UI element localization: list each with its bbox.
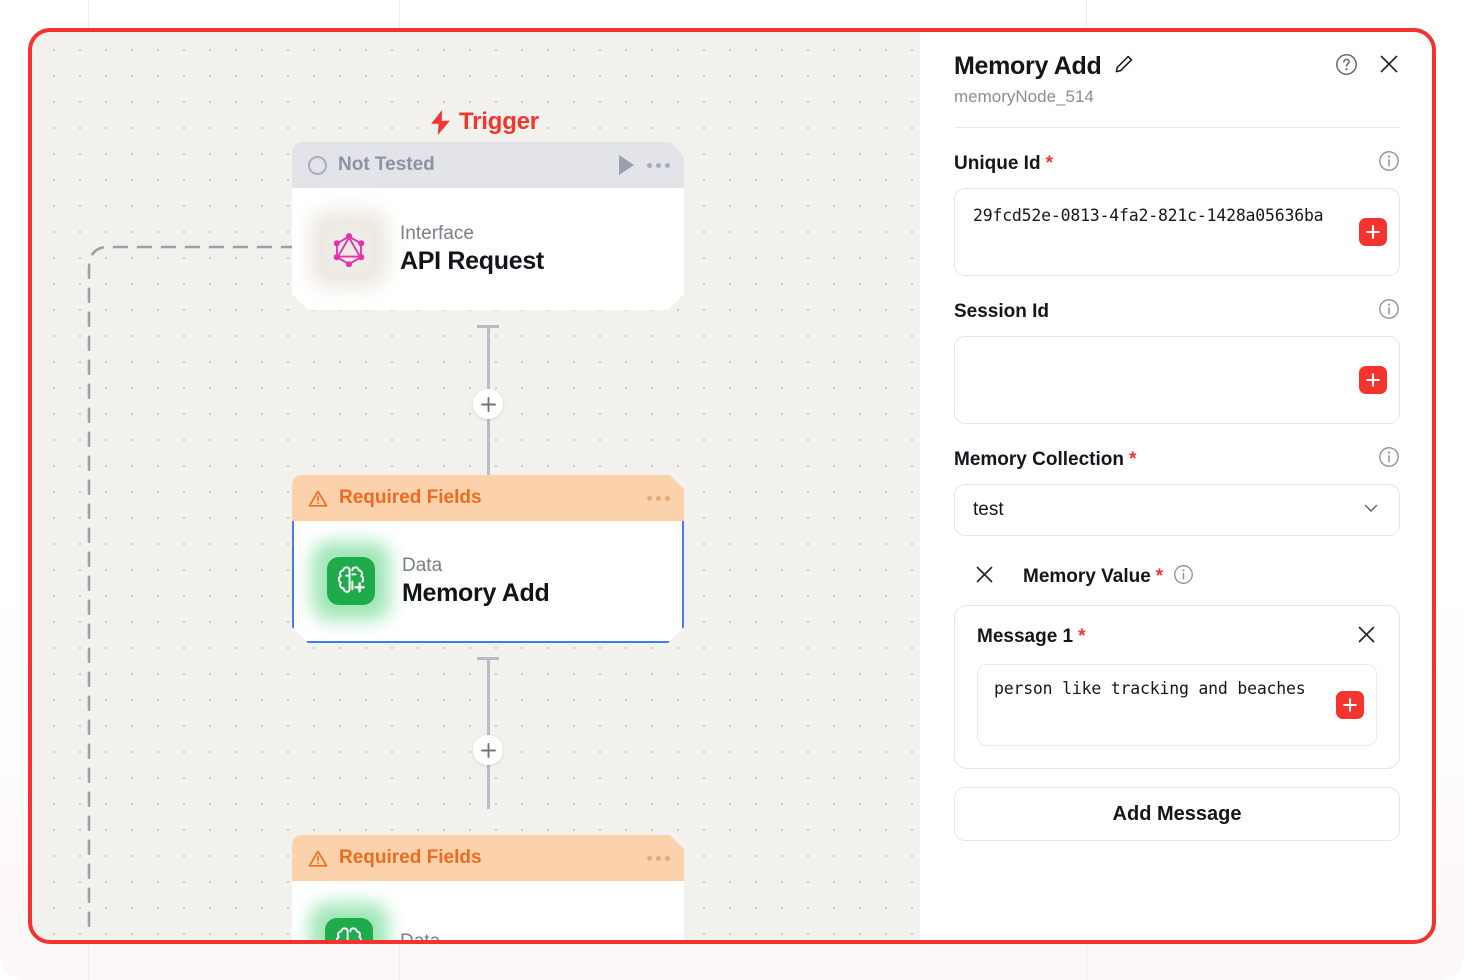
- node-category: Interface: [400, 222, 474, 244]
- warning-triangle-icon: [308, 849, 328, 868]
- node-category: Data: [402, 554, 443, 576]
- memory-value-header: Memory Value *: [954, 564, 1400, 590]
- node-status-bar-not-tested[interactable]: Not Tested: [292, 142, 684, 188]
- required-asterisk: *: [1078, 626, 1086, 647]
- node-icon-wrap: [320, 220, 378, 278]
- brain-plus-icon-glyph: [332, 926, 366, 942]
- session-id-add-button[interactable]: [1359, 366, 1387, 394]
- message-add-button-1[interactable]: [1336, 691, 1364, 719]
- node-status-label: Required Fields: [339, 847, 482, 868]
- plus-icon: [480, 742, 496, 758]
- run-node-icon[interactable]: [619, 155, 634, 175]
- node-status-label: Not Tested: [338, 154, 435, 175]
- node-title: API Request: [400, 246, 544, 275]
- node-category: Data: [400, 931, 441, 942]
- graphql-icon-glyph: [332, 231, 366, 267]
- node-body-api-request[interactable]: Interface API Request: [292, 188, 684, 310]
- trigger-text: Trigger: [459, 108, 539, 135]
- info-icon[interactable]: [1378, 446, 1400, 473]
- plus-icon: [1366, 225, 1380, 239]
- node-icon-wrap: [320, 913, 378, 942]
- session-id-input[interactable]: [954, 336, 1400, 424]
- node-status-bar-required-fields-2[interactable]: Required Fields: [292, 835, 684, 881]
- node-icon-wrap: [322, 552, 380, 610]
- field-unique-id: Unique Id * 29fcd52e-0813-4fa2-821c-1428…: [954, 150, 1400, 276]
- message-input-1[interactable]: person like tracking and beaches: [977, 664, 1377, 746]
- status-circle-icon: [308, 156, 327, 175]
- app-root: Trigger Not Tested Interface API Request…: [0, 0, 1464, 980]
- message-label: Message 1: [977, 626, 1074, 647]
- info-icon[interactable]: [1173, 564, 1194, 590]
- field-memory-collection: Memory Collection * test: [954, 446, 1400, 536]
- plus-icon: [1366, 373, 1380, 387]
- trigger-label: Trigger: [430, 108, 539, 136]
- node-title: Memory Add: [402, 578, 550, 607]
- chevron-down-icon[interactable]: [1361, 498, 1381, 523]
- message-value-1: person like tracking and beaches: [994, 679, 1306, 698]
- brain-plus-icon-glyph: [334, 565, 368, 597]
- flow-node-memory-add-2[interactable]: Required Fields Data: [292, 835, 684, 942]
- node-status-label: Required Fields: [339, 487, 482, 508]
- help-circle-icon[interactable]: [1335, 53, 1358, 81]
- unique-id-value: 29fcd52e-0813-4fa2-821c-1428a05636ba: [973, 206, 1324, 225]
- info-icon[interactable]: [1378, 298, 1400, 325]
- field-label: Unique Id: [954, 152, 1041, 174]
- node-menu-icon[interactable]: [647, 496, 670, 501]
- node-properties-panel: Memory Add memoryNode_514 Unique Id * 29…: [920, 30, 1434, 942]
- node-status-bar-required-fields[interactable]: Required Fields: [292, 475, 684, 521]
- plus-icon: [480, 396, 496, 412]
- flow-node-memory-add[interactable]: Required Fields Data Memory Add: [292, 475, 684, 643]
- panel-subtitle: memoryNode_514: [954, 87, 1094, 106]
- add-node-button-1[interactable]: [473, 389, 503, 419]
- close-icon[interactable]: [1378, 53, 1400, 80]
- flow-canvas[interactable]: Trigger Not Tested Interface API Request…: [30, 30, 920, 942]
- graphql-icon: [325, 225, 373, 273]
- info-icon[interactable]: [1378, 150, 1400, 177]
- message-card-1: Message 1 * person like tracking and bea…: [954, 605, 1400, 769]
- node-menu-icon[interactable]: [647, 163, 670, 168]
- plus-icon: [1343, 698, 1357, 712]
- lightning-bolt-icon: [431, 109, 450, 135]
- panel-title: Memory Add: [954, 52, 1102, 80]
- pencil-icon[interactable]: [1114, 54, 1134, 79]
- connector-line-2: [487, 659, 490, 809]
- add-node-button-2[interactable]: [473, 735, 503, 765]
- required-asterisk: *: [1155, 566, 1164, 587]
- field-label: Memory Collection: [954, 448, 1124, 470]
- panel-divider: [954, 127, 1400, 128]
- memory-collection-value: test: [973, 499, 1004, 520]
- required-asterisk: *: [1128, 448, 1137, 470]
- incoming-dashed-connector: [87, 245, 295, 935]
- memory-add-icon: [325, 918, 373, 942]
- unique-id-add-button[interactable]: [1359, 218, 1387, 246]
- memory-add-icon: [327, 557, 375, 605]
- field-session-id: Session Id: [954, 298, 1400, 424]
- memory-value-label: Memory Value: [1023, 566, 1151, 587]
- message-remove-icon[interactable]: [1356, 624, 1377, 650]
- node-body-memory-add-2[interactable]: Data: [292, 881, 684, 942]
- field-label: Session Id: [954, 300, 1050, 322]
- memory-value-remove-icon[interactable]: [974, 564, 995, 590]
- memory-collection-select[interactable]: test: [954, 484, 1400, 536]
- panel-header: Memory Add: [954, 30, 1400, 81]
- node-body-memory-add[interactable]: Data Memory Add: [292, 521, 684, 643]
- content-area: Trigger Not Tested Interface API Request…: [30, 30, 1434, 942]
- required-asterisk: *: [1045, 152, 1053, 174]
- warning-triangle-icon: [308, 489, 328, 508]
- unique-id-input[interactable]: 29fcd52e-0813-4fa2-821c-1428a05636ba: [954, 188, 1400, 276]
- add-message-button[interactable]: Add Message: [954, 787, 1400, 841]
- flow-node-api-request[interactable]: Not Tested Interface API Request: [292, 142, 684, 310]
- node-menu-icon[interactable]: [647, 856, 670, 861]
